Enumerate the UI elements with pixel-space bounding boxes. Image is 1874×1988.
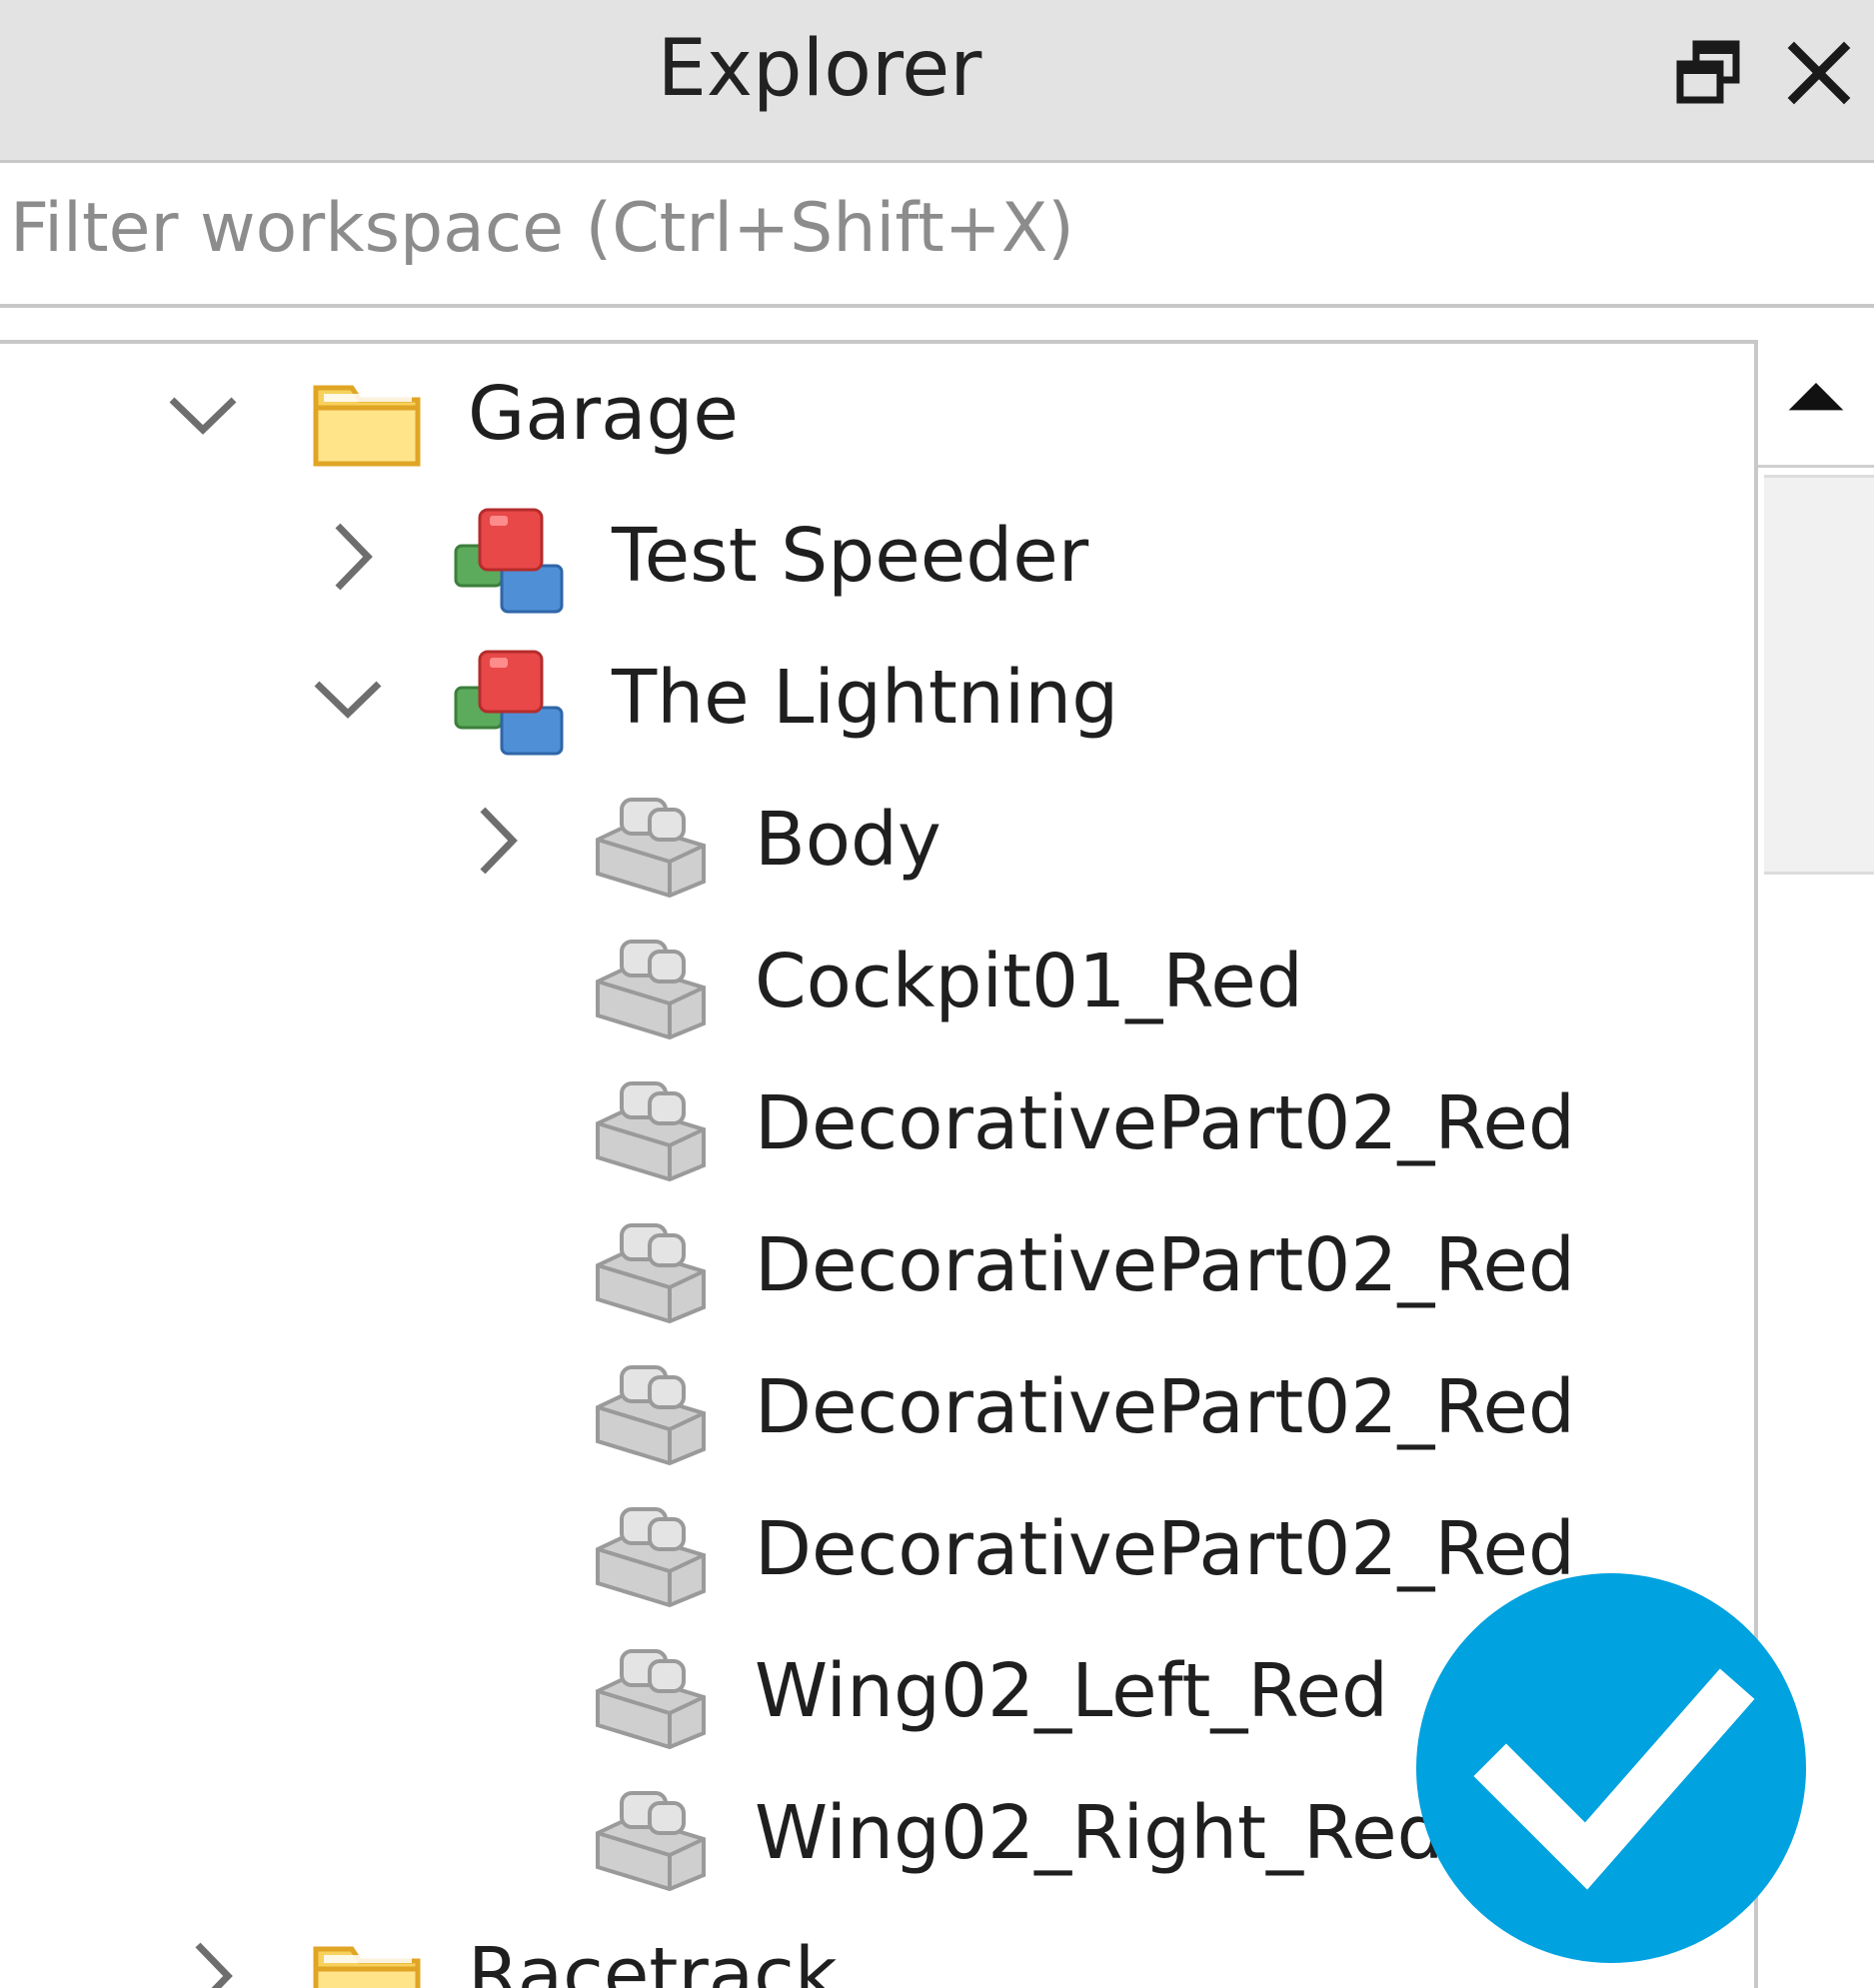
expand-toggle[interactable] — [310, 514, 396, 600]
tree-row-decorativepart02-red[interactable]: DecorativePart02_Red — [0, 1337, 1754, 1479]
tree-row-garage[interactable]: Garage — [0, 344, 1754, 486]
filter-row — [0, 163, 1874, 308]
part-icon — [592, 1215, 710, 1325]
chevron-right-icon — [480, 807, 518, 875]
tree-item-label: The Lightning — [612, 655, 1119, 741]
tree-row-decorativepart02-red[interactable]: DecorativePart02_Red — [0, 1195, 1754, 1337]
folder-icon — [308, 364, 426, 474]
part-icon — [592, 1499, 710, 1609]
triangle-up-icon — [1788, 382, 1844, 411]
checkmark-icon — [1416, 1573, 1806, 1963]
tree-row-body[interactable]: Body — [0, 770, 1754, 912]
model-icon — [450, 648, 568, 758]
part-icon — [592, 1641, 710, 1751]
expand-toggle[interactable] — [160, 372, 246, 458]
close-icon — [1787, 41, 1851, 105]
tree-item-label: Garage — [468, 371, 739, 457]
part-icon — [592, 790, 710, 900]
restore-window-button[interactable] — [1674, 38, 1744, 108]
chevron-right-icon — [335, 523, 373, 591]
tree-item-label: Body — [755, 797, 941, 883]
chevron-down-icon — [314, 681, 382, 719]
tree-item-label: DecorativePart02_Red — [755, 1222, 1575, 1308]
expand-toggle[interactable] — [170, 1933, 256, 1988]
chevron-down-icon — [169, 397, 237, 435]
tree-row-decorativepart02-red[interactable]: DecorativePart02_Red — [0, 1053, 1754, 1195]
chevron-right-icon — [195, 1942, 233, 1988]
tree-item-label: Wing02_Right_Red — [755, 1790, 1444, 1876]
scroll-thumb[interactable] — [1764, 475, 1874, 875]
restore-icon — [1676, 40, 1740, 104]
tree-row-the-lightning[interactable]: The Lightning — [0, 628, 1754, 770]
tree-row-cockpit01-red[interactable]: Cockpit01_Red — [0, 912, 1754, 1053]
tree-item-label: Racetrack — [468, 1932, 838, 1988]
folder-icon — [308, 1925, 426, 1988]
tree-item-label: Test Speeder — [612, 513, 1089, 599]
tree-item-label: DecorativePart02_Red — [755, 1080, 1575, 1166]
check-badge — [1414, 1571, 1809, 1966]
part-icon — [592, 932, 710, 1041]
tree-item-label: DecorativePart02_Red — [755, 1364, 1575, 1450]
part-icon — [592, 1357, 710, 1467]
part-icon — [592, 1073, 710, 1183]
tree-item-label: Cockpit01_Red — [755, 939, 1303, 1024]
part-icon — [592, 1783, 710, 1893]
close-window-button[interactable] — [1784, 38, 1854, 108]
expand-toggle[interactable] — [305, 656, 391, 742]
filter-workspace-input[interactable] — [10, 183, 1849, 273]
tree-row-test-speeder[interactable]: Test Speeder — [0, 486, 1754, 628]
expand-toggle[interactable] — [455, 798, 541, 884]
tree-item-label: Wing02_Left_Red — [755, 1648, 1388, 1734]
window-title: Explorer — [657, 24, 982, 114]
title-bar: Explorer — [0, 0, 1874, 163]
model-icon — [450, 506, 568, 616]
scroll-up-button[interactable] — [1758, 340, 1874, 468]
